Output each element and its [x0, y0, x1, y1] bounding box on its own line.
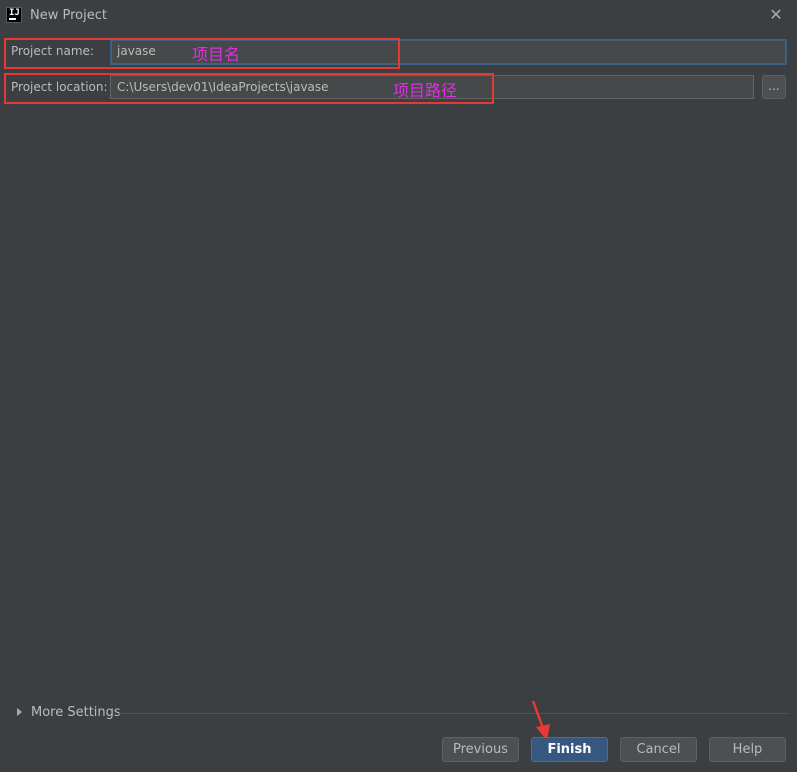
help-button[interactable]: Help — [709, 737, 786, 762]
annotation-arrow-icon — [531, 700, 550, 741]
expand-triangle-icon — [17, 708, 22, 716]
intellij-idea-icon: IJ — [6, 7, 22, 23]
previous-button[interactable]: Previous — [442, 737, 519, 762]
app-icon-text: IJ — [9, 8, 20, 18]
more-settings-label: More Settings — [31, 705, 121, 720]
more-settings-separator — [119, 713, 789, 714]
project-name-highlight-box — [4, 38, 400, 69]
browse-location-button[interactable]: ... — [762, 75, 786, 99]
title-bar: IJ New Project ✕ — [0, 0, 797, 31]
cancel-button[interactable]: Cancel — [620, 737, 697, 762]
finish-button[interactable]: Finish — [531, 737, 608, 762]
close-icon[interactable]: ✕ — [765, 4, 787, 26]
project-location-highlight-box — [4, 73, 494, 104]
window-title: New Project — [30, 8, 107, 23]
